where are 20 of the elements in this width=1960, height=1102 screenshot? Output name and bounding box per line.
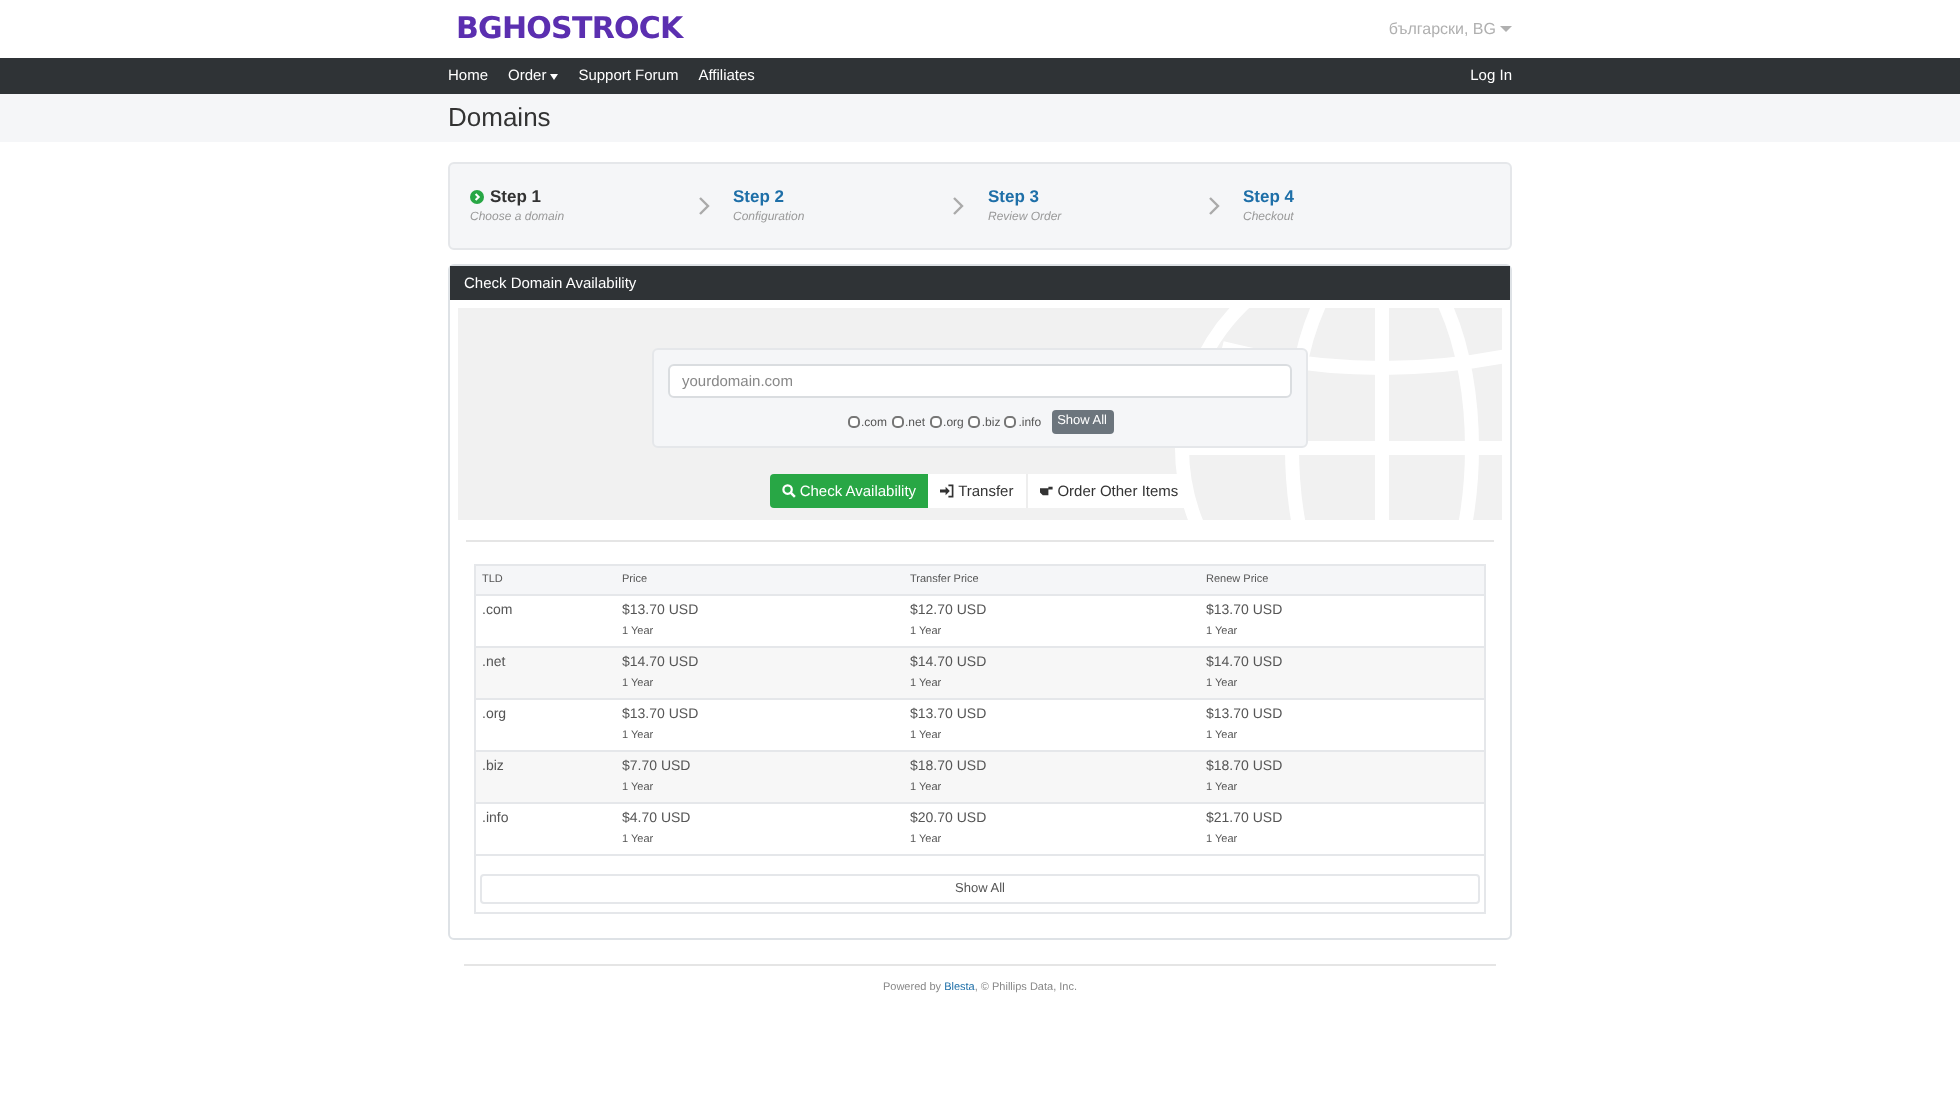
- tld-checkbox[interactable]: [967, 416, 980, 428]
- search-icon: [781, 484, 796, 498]
- step-title[interactable]: Step 2: [733, 184, 785, 210]
- step-title[interactable]: Step 3: [988, 184, 1040, 210]
- tld-checkbox[interactable]: [1004, 416, 1017, 428]
- caret-icon: [1500, 26, 1512, 32]
- step-title[interactable]: Step 4: [1243, 184, 1295, 210]
- check-circle-icon: [470, 190, 484, 204]
- pointing-hand-icon: [1039, 484, 1054, 498]
- tld-checkbox[interactable]: [929, 416, 942, 428]
- chevron-icon: [952, 196, 964, 216]
- sign-in-icon: [940, 484, 955, 498]
- chevron-icon: [1207, 196, 1219, 216]
- tld-checkbox[interactable]: [847, 416, 859, 428]
- page-title: Domains: [448, 100, 551, 137]
- site-logo[interactable]: BGHOSTROCK: [448, 6, 683, 52]
- caret-icon: [550, 73, 559, 79]
- chevron-icon: [697, 196, 709, 216]
- step-title[interactable]: Step 1: [490, 184, 542, 210]
- tld-checkbox[interactable]: [891, 416, 904, 428]
